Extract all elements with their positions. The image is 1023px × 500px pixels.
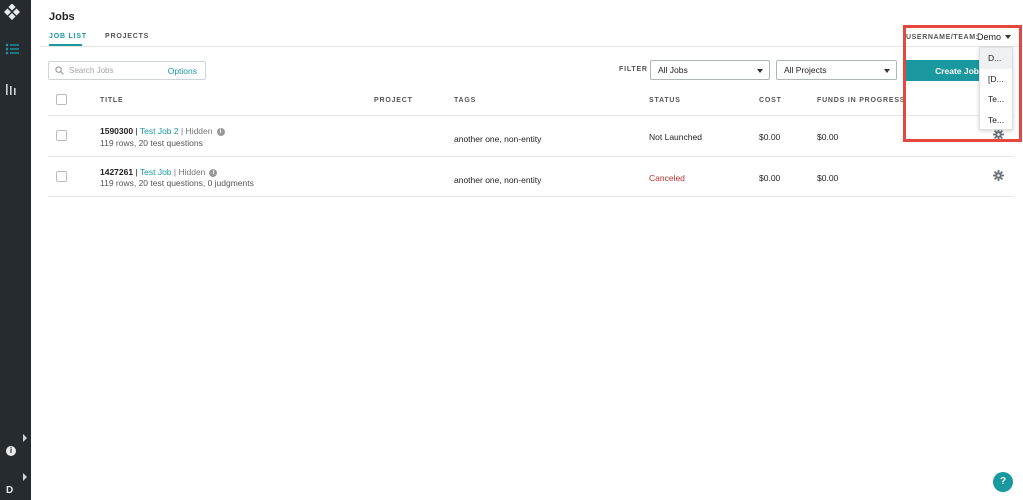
project-filter-value: All Projects xyxy=(784,65,827,75)
logo-icon[interactable] xyxy=(4,4,20,20)
column-header-status[interactable]: STATUS xyxy=(649,97,681,104)
tab-job-list[interactable]: JOB LIST xyxy=(49,33,87,40)
column-header-funds[interactable]: FUNDS IN PROGRESS xyxy=(817,97,905,104)
column-header-title[interactable]: TITLE xyxy=(100,97,123,104)
gear-icon[interactable] xyxy=(993,170,1004,181)
job-status: Not Launched xyxy=(649,132,702,142)
stats-bar-icon[interactable] xyxy=(5,83,19,95)
search-options-link[interactable]: Options xyxy=(168,66,197,76)
row-checkbox[interactable] xyxy=(56,130,67,141)
job-filter-select[interactable]: All Jobs xyxy=(650,60,770,80)
job-visibility: | Hidden xyxy=(171,167,206,177)
tab-projects[interactable]: PROJECTS xyxy=(105,33,149,40)
row-divider xyxy=(48,196,1014,197)
job-tags: another one, non-entity xyxy=(454,175,542,185)
app: i D Jobs JOB LIST PROJECTS USERNAME/TEAM… xyxy=(0,0,1023,500)
highlight-box xyxy=(903,25,1022,142)
search-input[interactable] xyxy=(69,66,159,75)
job-title: 1590300 | Test Job 2 | Hidden i xyxy=(100,126,225,136)
column-header-cost[interactable]: COST xyxy=(759,97,782,104)
chevron-right-icon[interactable] xyxy=(22,473,28,481)
info-icon[interactable]: i xyxy=(209,169,218,177)
job-visibility: | Hidden xyxy=(178,126,213,136)
search-icon xyxy=(55,66,64,75)
project-filter-select[interactable]: All Projects xyxy=(776,60,897,80)
job-summary: 119 rows, 20 test questions, 0 judgments xyxy=(100,178,254,188)
row-checkbox[interactable] xyxy=(56,171,67,182)
job-id: 1427261 xyxy=(100,167,134,177)
header-divider xyxy=(40,46,1023,47)
filter-label: FILTER xyxy=(619,66,648,73)
search-box: Options xyxy=(48,61,206,80)
column-header-tags[interactable]: TAGS xyxy=(454,97,476,104)
help-button[interactable]: ? xyxy=(993,472,1013,492)
job-funds: $0.00 xyxy=(817,132,839,142)
column-header-project[interactable]: PROJECT xyxy=(374,97,413,104)
job-summary: 119 rows, 20 test questions xyxy=(100,138,203,148)
job-funds: $0.00 xyxy=(817,173,839,183)
sidebar: i D xyxy=(0,0,31,500)
row-divider xyxy=(48,115,1014,116)
job-id: 1590300 xyxy=(100,126,134,136)
job-name-link[interactable]: Test Job 2 xyxy=(140,126,179,136)
caret-down-icon xyxy=(757,69,763,73)
job-title: 1427261 | Test Job | Hidden i xyxy=(100,167,218,177)
page-title: Jobs xyxy=(49,11,75,23)
job-tags: another one, non-entity xyxy=(454,134,542,144)
jobs-list-icon[interactable] xyxy=(5,43,19,55)
select-all-checkbox[interactable] xyxy=(56,94,67,105)
job-cost: $0.00 xyxy=(759,132,781,142)
job-cost: $0.00 xyxy=(759,173,781,183)
user-avatar[interactable]: D xyxy=(6,485,13,496)
title-separator: | xyxy=(133,126,140,136)
caret-down-icon xyxy=(884,69,890,73)
row-divider xyxy=(48,156,1014,157)
job-name-link[interactable]: Test Job xyxy=(140,167,172,177)
chevron-right-icon[interactable] xyxy=(22,434,28,442)
job-filter-value: All Jobs xyxy=(658,65,688,75)
title-separator: | xyxy=(133,167,140,177)
info-icon[interactable]: i xyxy=(216,128,225,136)
job-status: Canceled xyxy=(649,173,685,183)
info-icon[interactable]: i xyxy=(6,446,16,456)
